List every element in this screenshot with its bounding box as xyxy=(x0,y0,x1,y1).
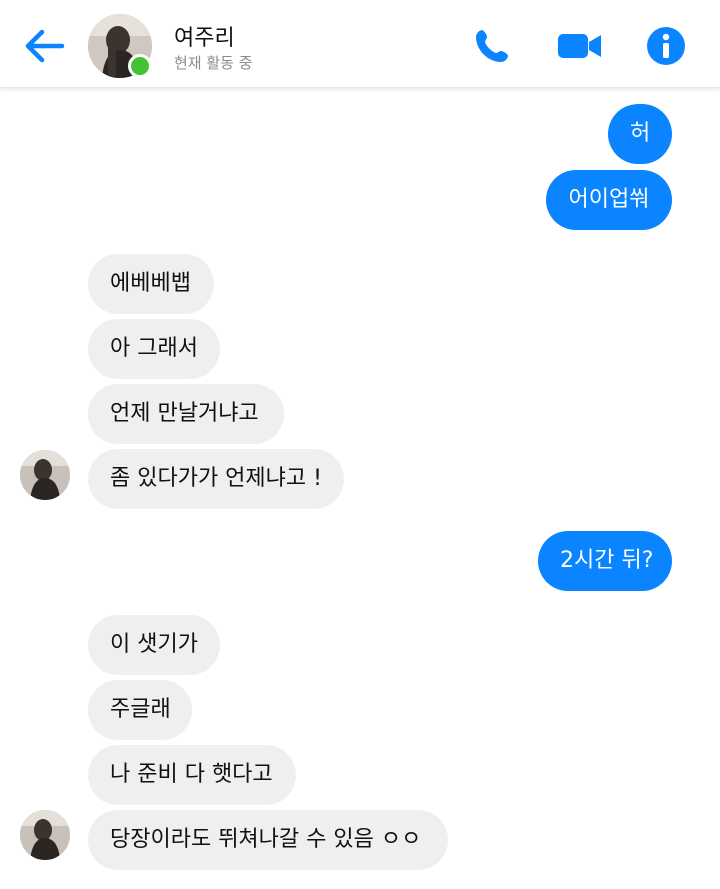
message-bubble-incoming[interactable]: 나 준비 다 햇다고 xyxy=(88,745,296,805)
message-bubble-incoming[interactable]: 에베베뱁 xyxy=(88,254,214,314)
message-bubble-incoming[interactable]: 이 샛기가 xyxy=(88,615,220,675)
sender-avatar[interactable] xyxy=(20,810,70,860)
online-status-indicator xyxy=(128,54,152,78)
message-bubble-incoming[interactable]: 당장이라도 뛰쳐나갈 수 있음 ㅇㅇ xyxy=(88,810,448,870)
info-icon[interactable] xyxy=(644,24,688,68)
message-bubble-incoming[interactable]: 주글래 xyxy=(88,680,192,740)
message-bubble-outgoing[interactable]: 어이업쒀 xyxy=(546,170,672,230)
video-call-icon[interactable] xyxy=(556,24,601,68)
message-bubble-incoming[interactable]: 언제 만날거냐고 xyxy=(88,384,284,444)
active-status: 현재 활동 중 xyxy=(174,54,253,72)
chat-header: 여주리 현재 활동 중 xyxy=(0,0,720,88)
message-bubble-outgoing[interactable]: 2시간 뒤? xyxy=(538,531,672,591)
message-bubble-incoming[interactable]: 좀 있다가가 언제냐고 ! xyxy=(88,449,344,509)
contact-name[interactable]: 여주리 xyxy=(174,20,235,52)
phone-call-icon[interactable] xyxy=(470,24,514,68)
message-list[interactable]: 허 어이업쒀 에베베뱁 아 그래서 언제 만날거냐고 좀 있다가가 언제냐고 !… xyxy=(0,88,720,889)
sender-avatar[interactable] xyxy=(20,450,70,500)
message-bubble-incoming[interactable]: 아 그래서 xyxy=(88,319,220,379)
back-arrow-icon[interactable] xyxy=(22,24,66,68)
message-bubble-outgoing[interactable]: 허 xyxy=(608,104,672,164)
